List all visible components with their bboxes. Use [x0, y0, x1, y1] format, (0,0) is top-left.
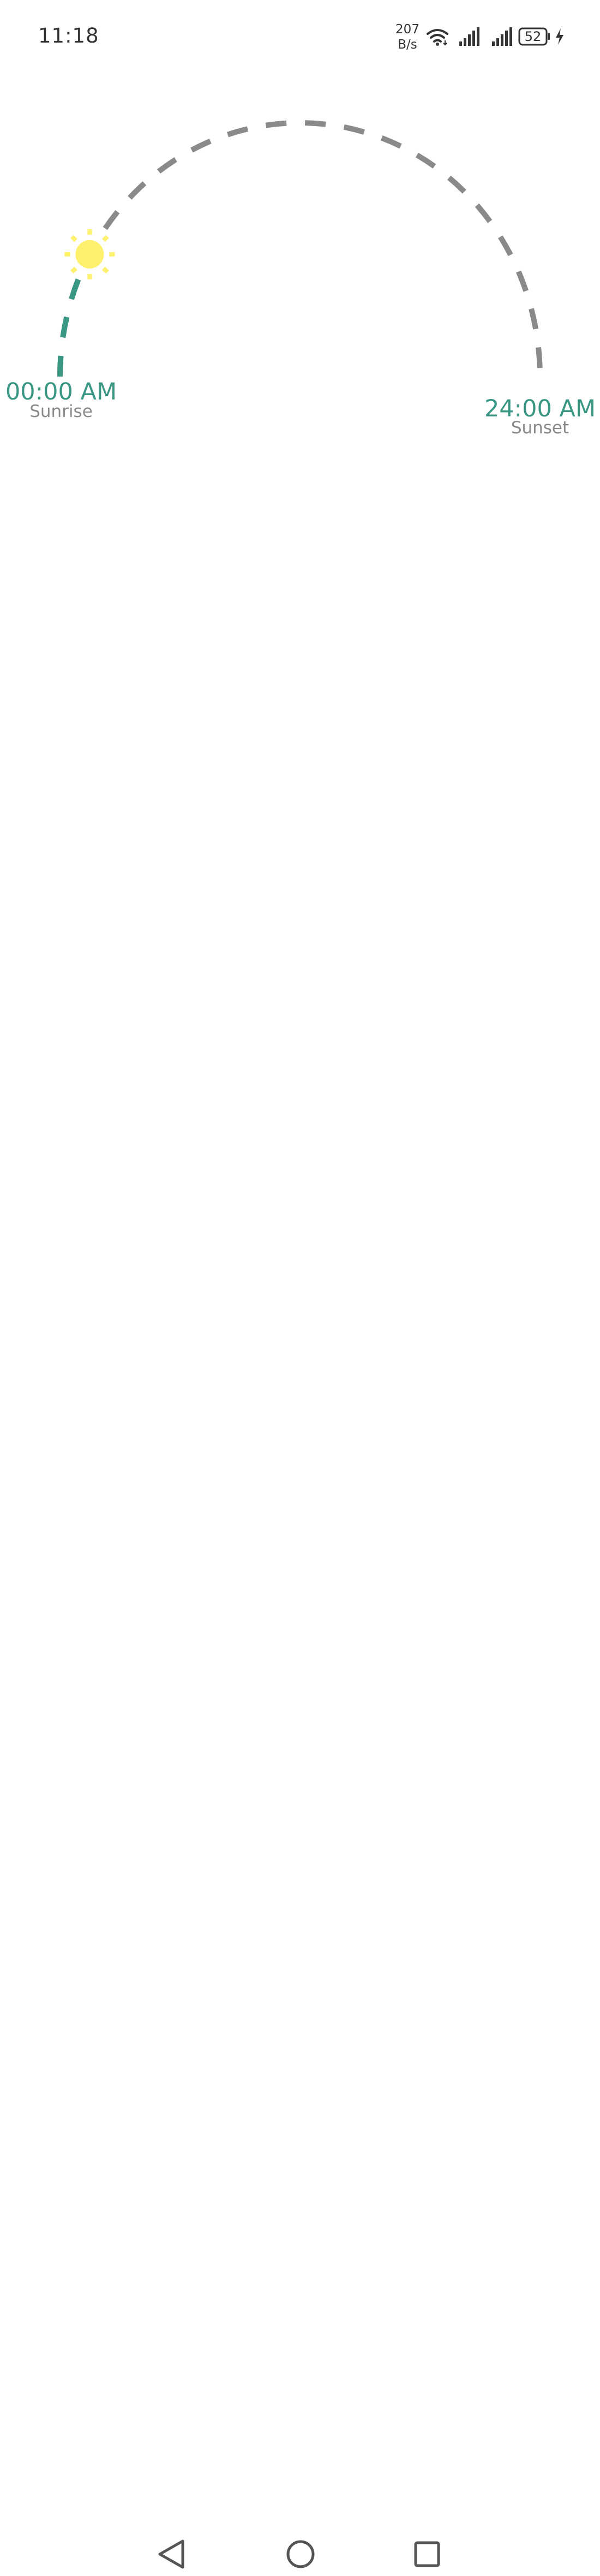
elapsed-arc — [57, 253, 92, 377]
back-icon[interactable] — [150, 2532, 194, 2576]
sun-icon — [64, 229, 115, 279]
sunrise-label: Sunrise — [29, 402, 93, 421]
sun-ray — [102, 266, 109, 274]
navigation-bar — [0, 1255, 600, 2569]
remaining-arc — [57, 120, 543, 377]
sun-ray — [70, 266, 77, 274]
home-icon[interactable] — [279, 2532, 322, 2576]
sunset-label: Sunset — [511, 418, 569, 438]
sun-ray — [70, 235, 77, 242]
recent-apps-icon[interactable] — [405, 2532, 449, 2576]
sun-ray — [102, 235, 109, 242]
